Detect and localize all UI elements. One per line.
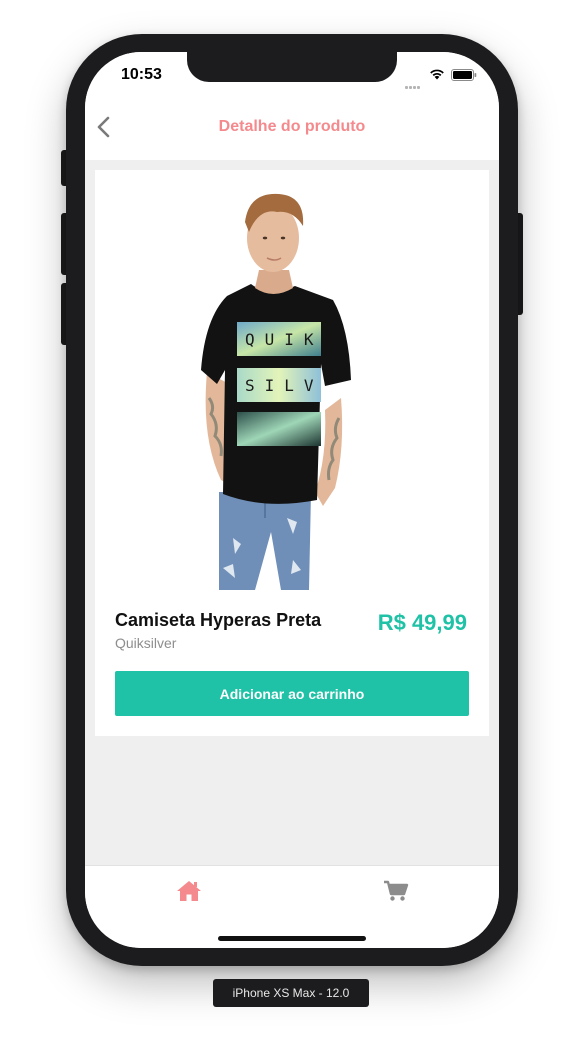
product-name: Camiseta Hyperas Preta (115, 610, 322, 630)
svg-text:SILV: SILV (245, 376, 324, 395)
cart-icon[interactable] (383, 880, 409, 902)
product-price: R$ 49,99 (377, 610, 467, 635)
add-to-cart-button[interactable]: Adicionar ao carrinho (115, 671, 469, 716)
device-label: iPhone XS Max - 12.0 (213, 979, 369, 1007)
product-card: QUIK SILV Camiseta Hyperas Preta Quiksil… (95, 170, 489, 736)
product-brand: Quiksilver (115, 635, 177, 651)
page-title: Detalhe do produto (218, 118, 366, 135)
status-time: 10:53 (121, 66, 162, 83)
notch (187, 52, 397, 82)
svg-text:QUIK: QUIK (245, 330, 324, 349)
tab-bar (85, 865, 499, 948)
home-icon[interactable] (176, 880, 202, 902)
product-image: QUIK SILV (201, 193, 351, 590)
home-indicator[interactable] (218, 936, 366, 941)
cellular-signal-icon (405, 76, 423, 89)
phone-screen: 10:53 Detalhe do produto QUIK SILV Camis… (85, 52, 499, 948)
navigation-bar: Detalhe do produto (85, 96, 499, 160)
battery-icon (451, 69, 477, 81)
wifi-icon (430, 69, 444, 80)
